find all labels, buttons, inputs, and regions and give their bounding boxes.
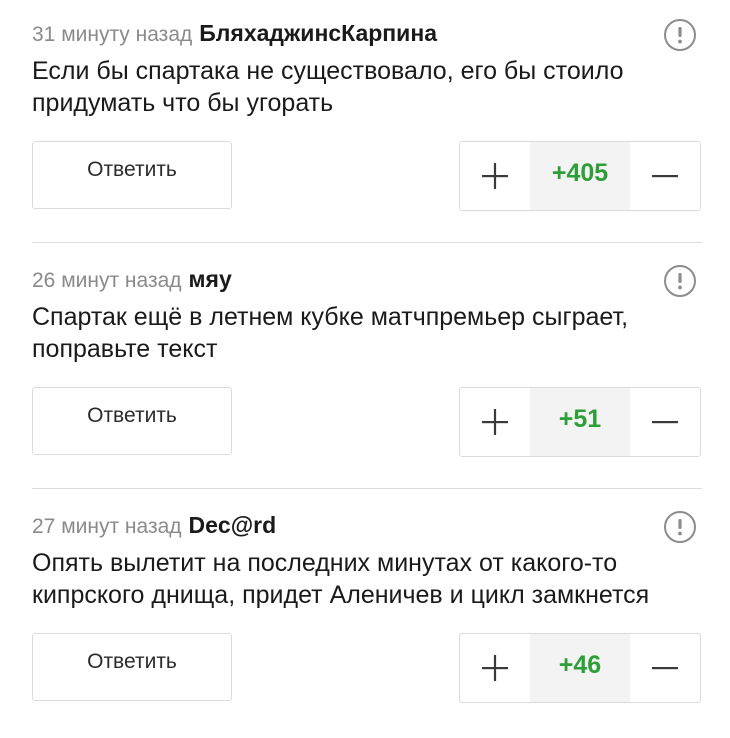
reply-button[interactable]: Ответить xyxy=(32,633,232,701)
reply-button[interactable]: Ответить xyxy=(32,141,232,209)
comment-time: 27 минут назад xyxy=(32,515,182,538)
comment: 27 минут назад Dec@rd Опять вылетит на по… xyxy=(0,492,730,738)
exclamation-circle-icon xyxy=(678,519,682,536)
comment-author[interactable]: БляхаджинсКарпина xyxy=(199,20,437,46)
comment-meta: 26 минут назад мяу xyxy=(32,264,232,294)
vote-score: +405 xyxy=(530,142,630,210)
plus-icon xyxy=(482,409,508,435)
comment-time: 26 минут назад xyxy=(32,269,182,292)
upvote-button[interactable] xyxy=(460,142,530,210)
comment-author[interactable]: Dec@rd xyxy=(189,512,277,538)
minus-icon xyxy=(652,175,678,178)
plus-icon xyxy=(482,655,508,681)
report-button[interactable] xyxy=(664,265,696,297)
reply-button[interactable]: Ответить xyxy=(32,387,232,455)
minus-icon xyxy=(652,667,678,670)
comment-author[interactable]: мяу xyxy=(189,266,232,292)
comment-text: Опять вылетит на последних минутах от ка… xyxy=(32,549,650,609)
upvote-button[interactable] xyxy=(460,388,530,456)
report-button[interactable] xyxy=(664,511,696,543)
upvote-button[interactable] xyxy=(460,634,530,702)
vote-control: +46 xyxy=(459,633,701,703)
comment: 31 минуту назад БляхаджинсКарпина Если бы… xyxy=(0,0,730,246)
comment-text: Спартак ещё в летнем кубке матчпремьер с… xyxy=(32,303,629,363)
vote-score: +51 xyxy=(530,388,630,456)
comment-meta: 31 минуту назад БляхаджинсКарпина xyxy=(32,18,437,48)
downvote-button[interactable] xyxy=(630,388,700,456)
comment: 26 минут назад мяу Спартак ещё в летнем к… xyxy=(0,246,730,492)
comment-time: 31 минуту назад xyxy=(32,23,193,46)
comment-meta: 27 минут назад Dec@rd xyxy=(32,510,276,540)
exclamation-circle-icon xyxy=(678,27,682,44)
comment-divider xyxy=(32,487,702,489)
minus-icon xyxy=(652,421,678,424)
plus-icon xyxy=(482,163,508,189)
vote-control: +405 xyxy=(459,141,701,211)
vote-control: +51 xyxy=(459,387,701,457)
comment-divider xyxy=(32,241,702,243)
downvote-button[interactable] xyxy=(630,142,700,210)
vote-score: +46 xyxy=(530,634,630,702)
exclamation-circle-icon xyxy=(678,273,682,290)
comment-text: Если бы спартака не существовало, его бы… xyxy=(32,57,624,117)
downvote-button[interactable] xyxy=(630,634,700,702)
report-button[interactable] xyxy=(664,19,696,51)
